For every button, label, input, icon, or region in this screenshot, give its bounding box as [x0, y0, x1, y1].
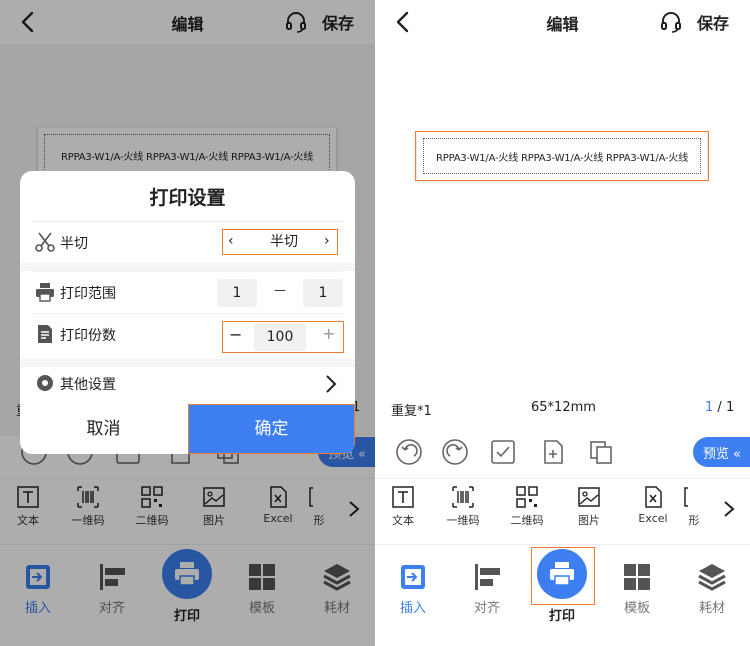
qrcode-icon — [516, 486, 538, 508]
gear-icon — [37, 375, 53, 391]
insert-shape-label: 形 — [688, 514, 700, 527]
nav-template[interactable]: 模板 — [607, 561, 667, 616]
preview-label: 预览 — [703, 447, 730, 462]
minus-button[interactable]: − — [229, 325, 242, 344]
template-icon — [624, 564, 650, 590]
insert-qrcode[interactable]: 二维码 — [499, 485, 555, 528]
undo-icon[interactable] — [395, 438, 423, 466]
nav-consumables[interactable]: 耗材 — [682, 561, 742, 616]
page-title: 编辑 — [546, 15, 579, 34]
copy-icon[interactable] — [587, 438, 615, 466]
label-size: 65*12mm — [531, 400, 596, 415]
dialog-title: 打印设置 — [149, 187, 226, 209]
other-settings-row[interactable]: 其他设置 — [32, 363, 343, 405]
checkbox-icon[interactable] — [489, 438, 517, 466]
consumables-icon — [698, 564, 726, 591]
editor-canvas[interactable]: RPPA3-W1/A-火线 RPPA3-W1/A-火线 RPPA3-W1/A-火… — [375, 44, 750, 436]
document-icon — [38, 325, 52, 343]
range-from-input[interactable]: 1 — [217, 279, 257, 307]
chevron-right-icon — [326, 375, 337, 393]
nav-align[interactable]: 对齐 — [457, 561, 517, 616]
chevron-right-icon[interactable] — [721, 499, 737, 519]
range-to-input[interactable]: 1 — [303, 279, 343, 307]
scissors-icon — [35, 232, 55, 252]
cut-value[interactable]: 半切 — [246, 231, 322, 253]
top-bar: 编辑 保存 — [375, 0, 750, 44]
cancel-button[interactable]: 取消 — [20, 404, 187, 454]
print-button-highlight — [531, 547, 595, 605]
plus-button[interactable]: + — [322, 324, 335, 343]
nav-insert-label: 插入 — [399, 601, 426, 616]
insert-image-label: 图片 — [578, 514, 600, 527]
nav-insert[interactable]: 插入 — [383, 561, 443, 616]
nav-consumables-label: 耗材 — [698, 601, 725, 616]
bottom-nav: 插入 对齐 打印 模板 耗材 — [375, 544, 750, 646]
barcode-icon — [452, 486, 474, 508]
print-range-row: 打印范围 1 — 1 — [32, 271, 343, 313]
insert-barcode[interactable]: 一维码 — [435, 485, 491, 528]
headset-icon[interactable] — [659, 10, 683, 34]
chevron-left-icon[interactable]: ‹ — [228, 233, 234, 249]
confirm-highlight — [188, 404, 355, 454]
chevron-right-icon[interactable]: › — [324, 233, 330, 249]
page-sep: / — [717, 400, 722, 415]
insert-excel[interactable]: Excel — [625, 485, 681, 525]
insert-shape[interactable]: 形 — [679, 485, 709, 528]
align-icon — [475, 564, 500, 590]
page-current: 1 — [705, 400, 714, 415]
other-settings-label: 其他设置 — [60, 377, 116, 393]
insert-toolbar: 文本 一维码 二维码 图片 Excel 形 — [375, 478, 750, 540]
page-total: 1 — [725, 400, 735, 415]
printer-icon — [36, 283, 54, 302]
redo-icon[interactable] — [441, 438, 469, 466]
excel-icon — [645, 486, 662, 508]
print-range-label: 打印范围 — [60, 286, 116, 302]
preview-button[interactable]: 预览 « — [693, 437, 750, 467]
print-copies-label: 打印份数 — [60, 328, 116, 344]
insert-icon — [401, 565, 425, 589]
double-chevron-left-icon: « — [733, 447, 741, 462]
range-dash: — — [274, 283, 286, 297]
insert-barcode-label: 一维码 — [446, 514, 480, 527]
insert-qrcode-label: 二维码 — [510, 514, 544, 527]
info-bar: 重复*1 65*12mm 1 / 1 — [375, 396, 750, 422]
save-button[interactable]: 保存 — [697, 10, 729, 34]
left-screen: 编辑 保存 RPPA3-W1/A-火线 RPPA3-W1/A-火线 RPPA3-… — [0, 0, 375, 646]
section-divider — [20, 263, 355, 271]
insert-excel-label: Excel — [638, 512, 668, 525]
nav-template-label: 模板 — [623, 601, 650, 616]
insert-image[interactable]: 图片 — [561, 485, 617, 528]
repeat-count: 重复*1 — [391, 404, 432, 419]
nav-align-label: 对齐 — [473, 601, 500, 616]
right-screen: 编辑 保存 RPPA3-W1/A-火线 RPPA3-W1/A-火线 RPPA3-… — [375, 0, 750, 646]
cut-row: 半切 ‹ 半切 › — [32, 221, 343, 263]
page-indicator: 1 / 1 — [705, 400, 734, 415]
shape-icon — [684, 487, 688, 507]
cut-label: 半切 — [60, 236, 88, 252]
image-icon — [578, 487, 600, 507]
print-copies-row: 打印份数 − 100 + — [32, 313, 344, 355]
insert-text[interactable]: 文本 — [375, 485, 431, 528]
add-page-icon[interactable] — [539, 438, 567, 466]
nav-print-label: 打印 — [548, 609, 575, 624]
label-highlight — [415, 131, 709, 181]
copies-input[interactable]: 100 — [254, 323, 306, 351]
dialog-buttons: 取消 确定 — [20, 404, 355, 454]
print-settings-dialog: 打印设置 半切 ‹ 半切 › 打印范围 1 — 1 打印份数 − 100 + 其… — [20, 171, 355, 454]
insert-text-label: 文本 — [392, 514, 414, 527]
text-icon — [392, 486, 414, 508]
